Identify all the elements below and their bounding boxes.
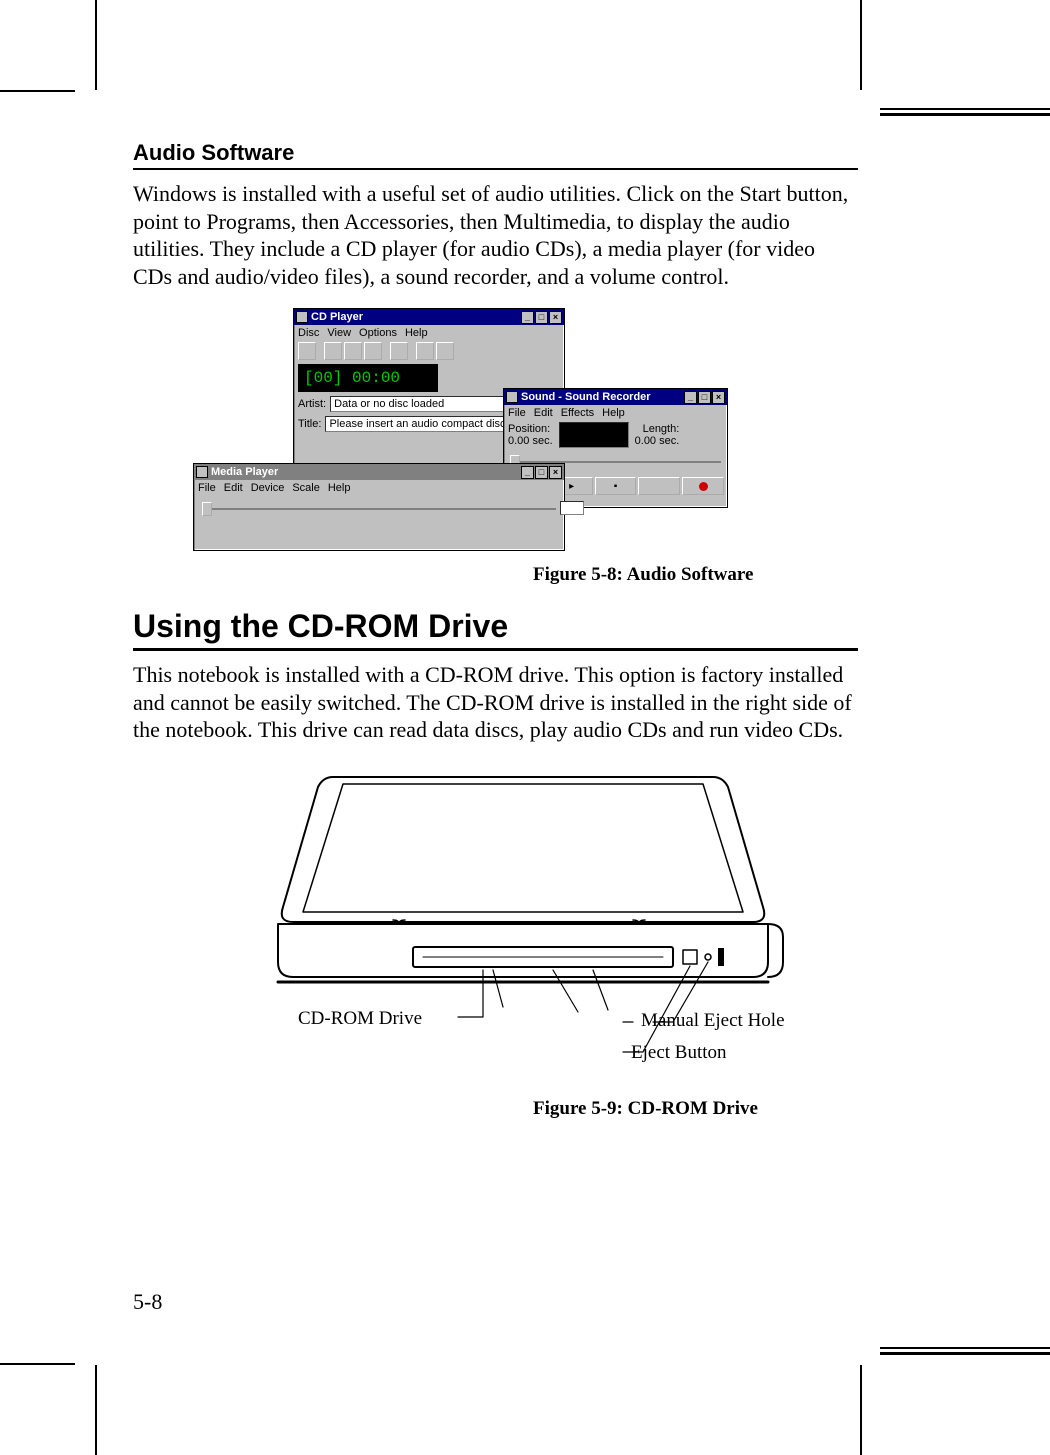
eject-button[interactable]: [240, 525, 260, 543]
figure-cdrom-drive: CD-ROM Drive Manual Eject Hole Eject But…: [223, 762, 823, 1092]
rewind-button[interactable]: [289, 525, 309, 543]
menubar-media-player[interactable]: File Edit Device Scale Help: [194, 480, 564, 495]
paragraph-cdrom: This notebook is installed with a CD-ROM…: [133, 661, 858, 744]
window-title: Sound - Sound Recorder: [521, 391, 651, 403]
record-button[interactable]: [682, 477, 724, 495]
toolbar-cd-player[interactable]: [294, 340, 564, 362]
menu-disc[interactable]: Disc: [298, 327, 319, 339]
titlebar-media-player[interactable]: Media Player _ □ ×: [194, 464, 564, 480]
window-title: CD Player: [311, 311, 363, 323]
minimize-button[interactable]: _: [521, 311, 534, 324]
toolbar-button[interactable]: [416, 342, 434, 360]
menu-view[interactable]: View: [327, 327, 351, 339]
position-readout-icon: [560, 501, 584, 515]
menu-help[interactable]: Help: [405, 327, 428, 339]
app-icon: [196, 466, 208, 478]
minimize-button[interactable]: _: [684, 391, 697, 404]
menu-options[interactable]: Options: [359, 327, 397, 339]
crop-marks-top: [0, 0, 1050, 110]
menu-file[interactable]: File: [198, 482, 216, 494]
menu-scale[interactable]: Scale: [292, 482, 320, 494]
toolbar-button[interactable]: [390, 342, 408, 360]
next-button[interactable]: [331, 525, 351, 543]
pause-button[interactable]: [471, 364, 487, 378]
play-button[interactable]: [198, 525, 218, 543]
play-button[interactable]: [446, 364, 470, 378]
record-icon: [699, 482, 708, 491]
page-number: 5-8: [133, 1289, 162, 1315]
stop-button[interactable]: [488, 364, 504, 378]
speaker-icon: [506, 391, 518, 403]
position-value: 0.00 sec.: [508, 435, 553, 447]
toolbar-button[interactable]: [298, 342, 316, 360]
rewind-button[interactable]: [463, 379, 479, 393]
close-button[interactable]: ×: [549, 311, 562, 324]
menu-device[interactable]: Device: [251, 482, 285, 494]
stop-button[interactable]: [219, 525, 239, 543]
length-label: Length:: [635, 423, 680, 435]
titlebar-cd-player[interactable]: CD Player _ □ ×: [294, 309, 564, 325]
menu-help[interactable]: Help: [328, 482, 351, 494]
menu-edit[interactable]: Edit: [224, 482, 243, 494]
menu-help[interactable]: Help: [602, 407, 625, 419]
maximize-button[interactable]: □: [535, 311, 548, 324]
toolbar-button[interactable]: [364, 342, 382, 360]
mark-in-button[interactable]: [359, 525, 379, 543]
minimize-button[interactable]: _: [521, 466, 534, 479]
window-media-player[interactable]: Media Player _ □ × File Edit Device Scal…: [193, 463, 565, 551]
toolbar-button[interactable]: [324, 342, 342, 360]
callout-manual-eject-hole: Manual Eject Hole: [641, 1010, 785, 1032]
track-time-display: [00] 00:00: [298, 364, 438, 392]
figure-caption-59: Figure 5-9: CD-ROM Drive: [533, 1098, 858, 1120]
toolbar-button[interactable]: [344, 342, 362, 360]
maximize-button[interactable]: □: [698, 391, 711, 404]
callout-cdrom-drive: CD-ROM Drive: [298, 1008, 422, 1030]
forward-button[interactable]: [310, 525, 330, 543]
forward-button[interactable]: [480, 379, 496, 393]
close-button[interactable]: ×: [549, 466, 562, 479]
mark-out-button[interactable]: [380, 525, 400, 543]
app-icon: [296, 311, 308, 323]
heading-using-cdrom: Using the CD-ROM Drive: [133, 608, 858, 651]
paragraph-audio-software: Windows is installed with a useful set o…: [133, 180, 858, 290]
callout-eject-button: Eject Button: [631, 1042, 727, 1064]
menu-effects[interactable]: Effects: [561, 407, 594, 419]
play-button[interactable]: ▪: [595, 477, 637, 495]
stop-button[interactable]: [638, 477, 680, 495]
position-label: Position:: [508, 423, 553, 435]
figure-audio-software: CD Player _ □ × Disc View Options Help: [193, 308, 733, 558]
menu-edit[interactable]: Edit: [534, 407, 553, 419]
position-slider[interactable]: [202, 499, 556, 519]
section-heading-audio-software: Audio Software: [133, 140, 858, 170]
toolbar-button[interactable]: [436, 342, 454, 360]
title-label: Title:: [298, 418, 321, 430]
menu-file[interactable]: File: [508, 407, 526, 419]
close-button[interactable]: ×: [712, 391, 725, 404]
transport-buttons: [194, 523, 564, 545]
prev-track-button[interactable]: [446, 379, 462, 393]
length-value: 0.00 sec.: [635, 435, 680, 447]
menubar-sound-recorder[interactable]: File Edit Effects Help: [504, 405, 727, 420]
figure-caption-58: Figure 5-8: Audio Software: [533, 564, 858, 586]
window-title: Media Player: [211, 466, 278, 478]
slider-thumb[interactable]: [202, 502, 212, 516]
waveform-display: [559, 422, 629, 448]
crop-marks-bottom: [0, 1345, 1050, 1455]
artist-label: Artist:: [298, 398, 326, 410]
titlebar-sound-recorder[interactable]: Sound - Sound Recorder _ □ ×: [504, 389, 727, 405]
menubar-cd-player[interactable]: Disc View Options Help: [294, 325, 564, 340]
maximize-button[interactable]: □: [535, 466, 548, 479]
prev-button[interactable]: [268, 525, 288, 543]
